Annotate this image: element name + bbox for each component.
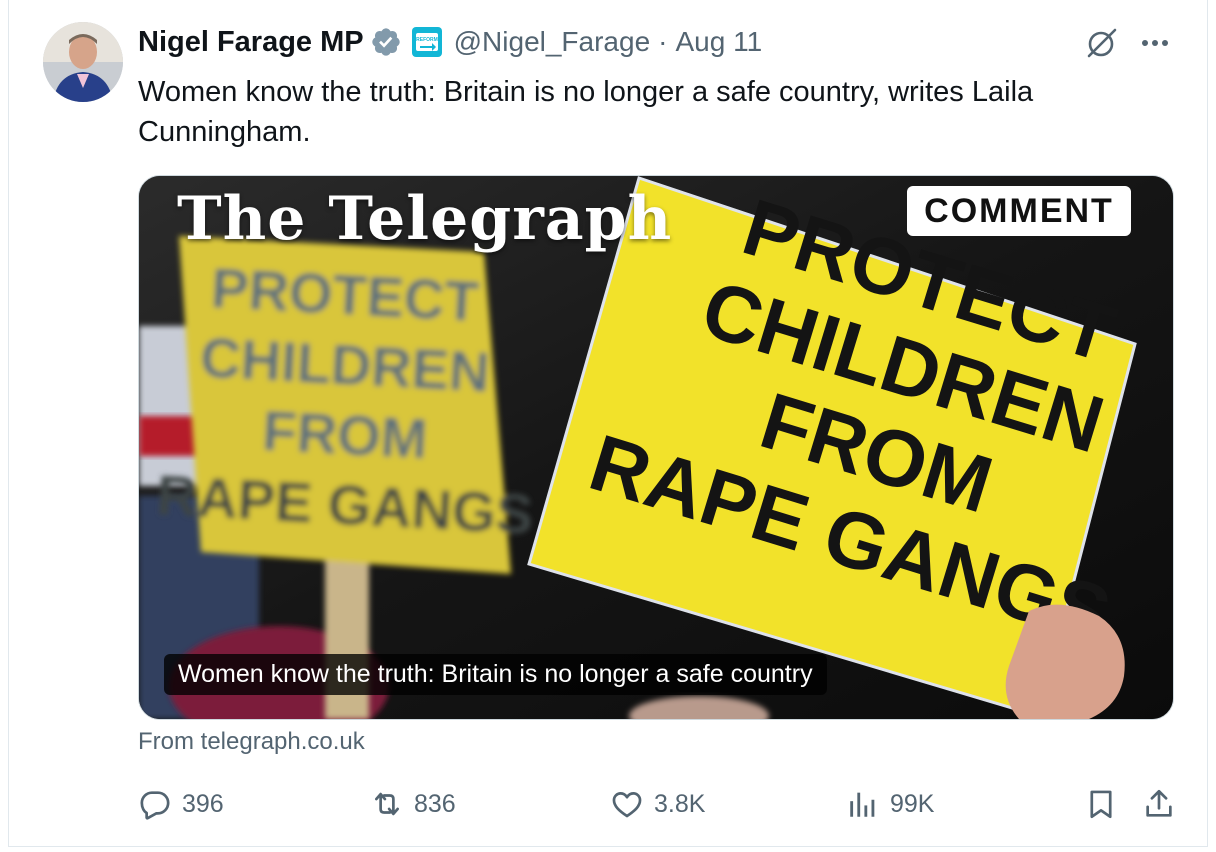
grok-icon[interactable] <box>1085 26 1119 60</box>
action-bar: 396 836 3.8K 99K <box>138 782 1178 826</box>
affiliation-badge[interactable]: REFORM <box>411 27 442 57</box>
handle[interactable]: @Nigel_Farage <box>454 26 651 58</box>
reply-count: 396 <box>182 789 224 818</box>
views-chart-icon <box>850 792 875 817</box>
more-dots-icon[interactable] <box>1137 26 1173 60</box>
share-button[interactable] <box>1142 782 1176 826</box>
tweet[interactable]: Nigel Farage MP REFORM @Nigel_Farage · A… <box>8 0 1208 847</box>
card-source[interactable]: From telegraph.co.uk <box>138 728 365 756</box>
card-headline[interactable]: Women know the truth: Britain is no long… <box>164 654 827 695</box>
verified-badge-icon[interactable] <box>370 26 402 58</box>
svg-text:FROM: FROM <box>261 399 429 471</box>
comment-badge: COMMENT <box>907 186 1131 236</box>
heart-icon <box>612 792 642 818</box>
masthead: The Telegraph <box>177 184 673 254</box>
avatar[interactable] <box>43 22 123 102</box>
separator-dot: · <box>658 26 668 57</box>
tweet-text: Women know the truth: Britain is no long… <box>138 76 1034 148</box>
reform-logo-icon: REFORM <box>415 33 438 51</box>
svg-text:REFORM: REFORM <box>416 37 438 43</box>
repost-icon <box>375 792 399 816</box>
share-icon <box>1146 789 1172 817</box>
card-image: PROTECT CHILDREN FROM RAPE GANGS PROTECT… <box>139 176 1173 719</box>
link-card[interactable]: PROTECT CHILDREN FROM RAPE GANGS PROTECT… <box>138 175 1174 720</box>
reply-button[interactable]: 396 <box>138 782 224 826</box>
bookmark-icon <box>1090 790 1112 819</box>
avatar-image <box>43 22 123 102</box>
bookmark-button[interactable] <box>1084 782 1118 826</box>
like-button[interactable]: 3.8K <box>610 782 705 826</box>
like-count: 3.8K <box>654 789 706 818</box>
tweet-date[interactable]: Aug 11 <box>675 26 762 58</box>
display-name[interactable]: Nigel Farage MP <box>138 26 364 59</box>
views-button[interactable]: 99K <box>846 782 934 826</box>
reply-icon <box>140 791 170 820</box>
repost-count: 836 <box>414 789 456 818</box>
repost-button[interactable]: 836 <box>370 782 456 826</box>
views-count: 99K <box>890 789 935 818</box>
tweet-header: Nigel Farage MP REFORM @Nigel_Farage · A… <box>138 22 762 62</box>
